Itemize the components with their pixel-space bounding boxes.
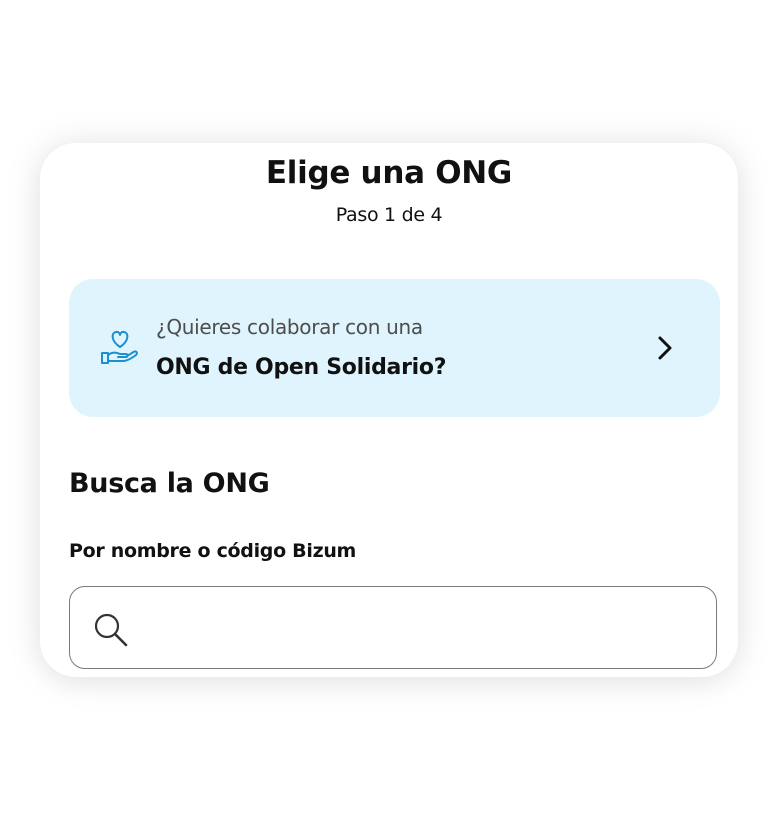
open-solidario-banner[interactable]: ¿Quieres colaborar con una ONG de Open S… <box>69 279 720 417</box>
chevron-right-icon[interactable] <box>657 335 673 361</box>
banner-question: ¿Quieres colaborar con una <box>156 315 423 339</box>
choose-ngo-card: Elige una ONG Paso 1 de 4 ¿Quieres colab… <box>40 143 738 677</box>
search-input[interactable] <box>144 601 708 655</box>
page-title: Elige una ONG <box>265 155 513 191</box>
banner-title: ONG de Open Solidario? <box>156 355 447 380</box>
search-icon <box>94 613 128 647</box>
step-indicator: Paso 1 de 4 <box>335 204 443 226</box>
search-field-label: Por nombre o código Bizum <box>69 540 357 562</box>
search-section-title: Busca la ONG <box>69 468 270 499</box>
search-field[interactable] <box>69 586 717 669</box>
heart-in-hand-icon <box>101 330 138 364</box>
